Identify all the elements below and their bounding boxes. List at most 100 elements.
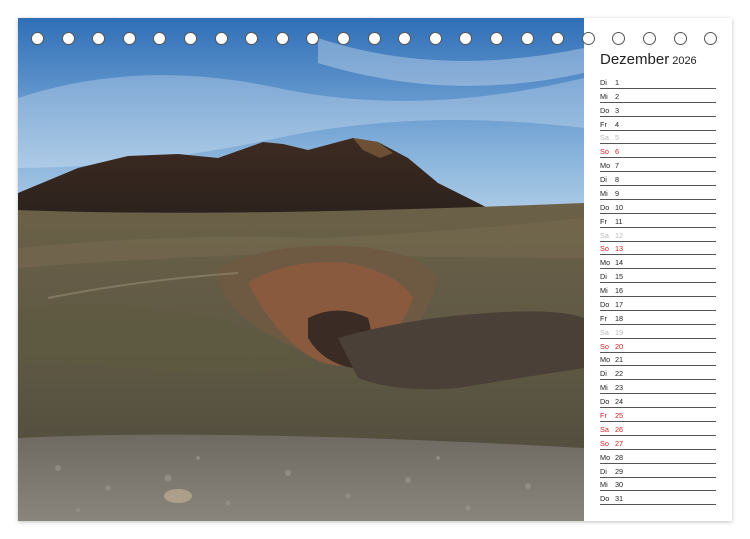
day-row: Mi 16 [600,283,716,298]
day-number: 17 [615,299,624,309]
day-number: 9 [615,188,620,198]
calendar-panel: Dezember 2026 Di 1 Mi 2 Do 3 Fr 4 Sa 5 So 6 Mo 7 Di 8 Mi 9… [584,18,732,521]
day-row: Do 10 [600,200,716,214]
weekday-label: Di [600,77,607,87]
day-number: 18 [615,313,624,323]
day-row: So 13 [600,242,716,256]
weekday-label: Mi [600,286,608,296]
day-row: Di 29 [600,464,716,478]
binding-ring [275,32,289,45]
binding-ring [61,32,75,45]
binding-ring [31,32,44,45]
day-row: Mo 14 [600,255,716,270]
landscape-photo [18,18,584,521]
weekday-label: Do [600,494,610,504]
day-number: 16 [615,286,624,296]
binding-ring [153,32,167,45]
day-number: 31 [615,494,624,504]
day-number: 30 [615,480,624,490]
month-title: Dezember 2026 [600,51,697,68]
day-row: Sa 26 [600,422,716,436]
weekday-label: Mo [600,355,611,365]
day-row: So 20 [600,339,716,353]
day-number: 13 [615,244,624,254]
day-row: Mi 30 [600,478,716,492]
binding-ring [337,32,350,45]
day-number: 26 [615,424,624,434]
day-number: 2 [615,91,620,101]
weekday-label: So [600,244,609,254]
day-row: Sa 5 [600,131,716,145]
weekday-label: Do [600,299,610,309]
day-row: Mo 28 [600,450,716,464]
binding-ring [122,32,136,45]
binding-ring [214,32,228,45]
day-row: Sa 19 [600,325,716,339]
month-name: Dezember [600,51,670,68]
day-row: So 6 [600,144,716,159]
day-number: 28 [615,452,624,462]
day-number: 19 [615,327,624,337]
day-number: 25 [615,410,624,420]
weekday-label: So [600,147,609,157]
weekday-label: Mi [600,91,608,101]
weekday-label: Fr [600,216,607,226]
weekday-label: So [600,341,609,351]
weekday-label: Sa [600,230,609,240]
day-number: 7 [615,161,620,171]
day-number: 3 [615,105,620,115]
day-number: 5 [615,133,620,143]
day-number: 6 [615,147,620,157]
weekday-label: Mo [600,258,611,268]
day-number: 21 [615,355,624,365]
day-row: Fr 4 [600,117,716,131]
weekday-label: Do [600,397,610,407]
day-row: Di 15 [600,269,716,284]
day-number: 29 [615,466,624,476]
day-number: 23 [615,383,624,393]
weekday-label: Fr [600,119,607,129]
binding-ring [490,32,503,45]
weekday-label: Di [600,272,607,282]
day-row: Mi 2 [600,89,716,103]
binding-ring [398,32,412,45]
day-row: Do 17 [600,297,716,311]
weekday-label: Fr [600,313,607,323]
weekday-label: Di [600,466,607,476]
weekday-label: Mi [600,383,608,393]
day-number: 11 [615,216,623,226]
binding-ring [428,32,442,45]
day-number: 14 [615,258,624,268]
weekday-label: Do [600,202,610,212]
day-row: Sa 12 [600,228,716,242]
day-row: Mo 21 [600,353,716,367]
day-row: Fr 18 [600,311,716,325]
day-number: 20 [615,341,624,351]
day-row: Do 24 [600,394,716,409]
binding-ring [520,32,534,45]
weekday-label: Di [600,175,607,185]
weekday-label: Di [600,369,607,379]
binding-ring [367,32,381,45]
day-row: Fr 25 [600,408,716,422]
day-number: 8 [615,175,620,185]
binding-ring [92,32,106,45]
weekday-label: Do [600,105,610,115]
day-number: 22 [615,369,624,379]
day-number: 15 [615,272,624,282]
day-row: Mo 7 [600,158,716,173]
day-row: So 27 [600,436,716,450]
weekday-label: Fr [600,410,607,420]
day-row: Mi 9 [600,186,716,200]
day-number: 12 [615,230,624,240]
day-row: Mi 23 [600,380,716,395]
weekday-label: Mi [600,480,608,490]
binding-ring [184,32,197,45]
binding-ring [459,32,473,45]
weekday-label: Sa [600,133,609,143]
day-number: 1 [615,77,620,87]
day-number: 4 [615,119,620,129]
day-number: 27 [615,438,624,448]
weekday-label: So [600,438,609,448]
weekday-label: Sa [600,327,609,337]
